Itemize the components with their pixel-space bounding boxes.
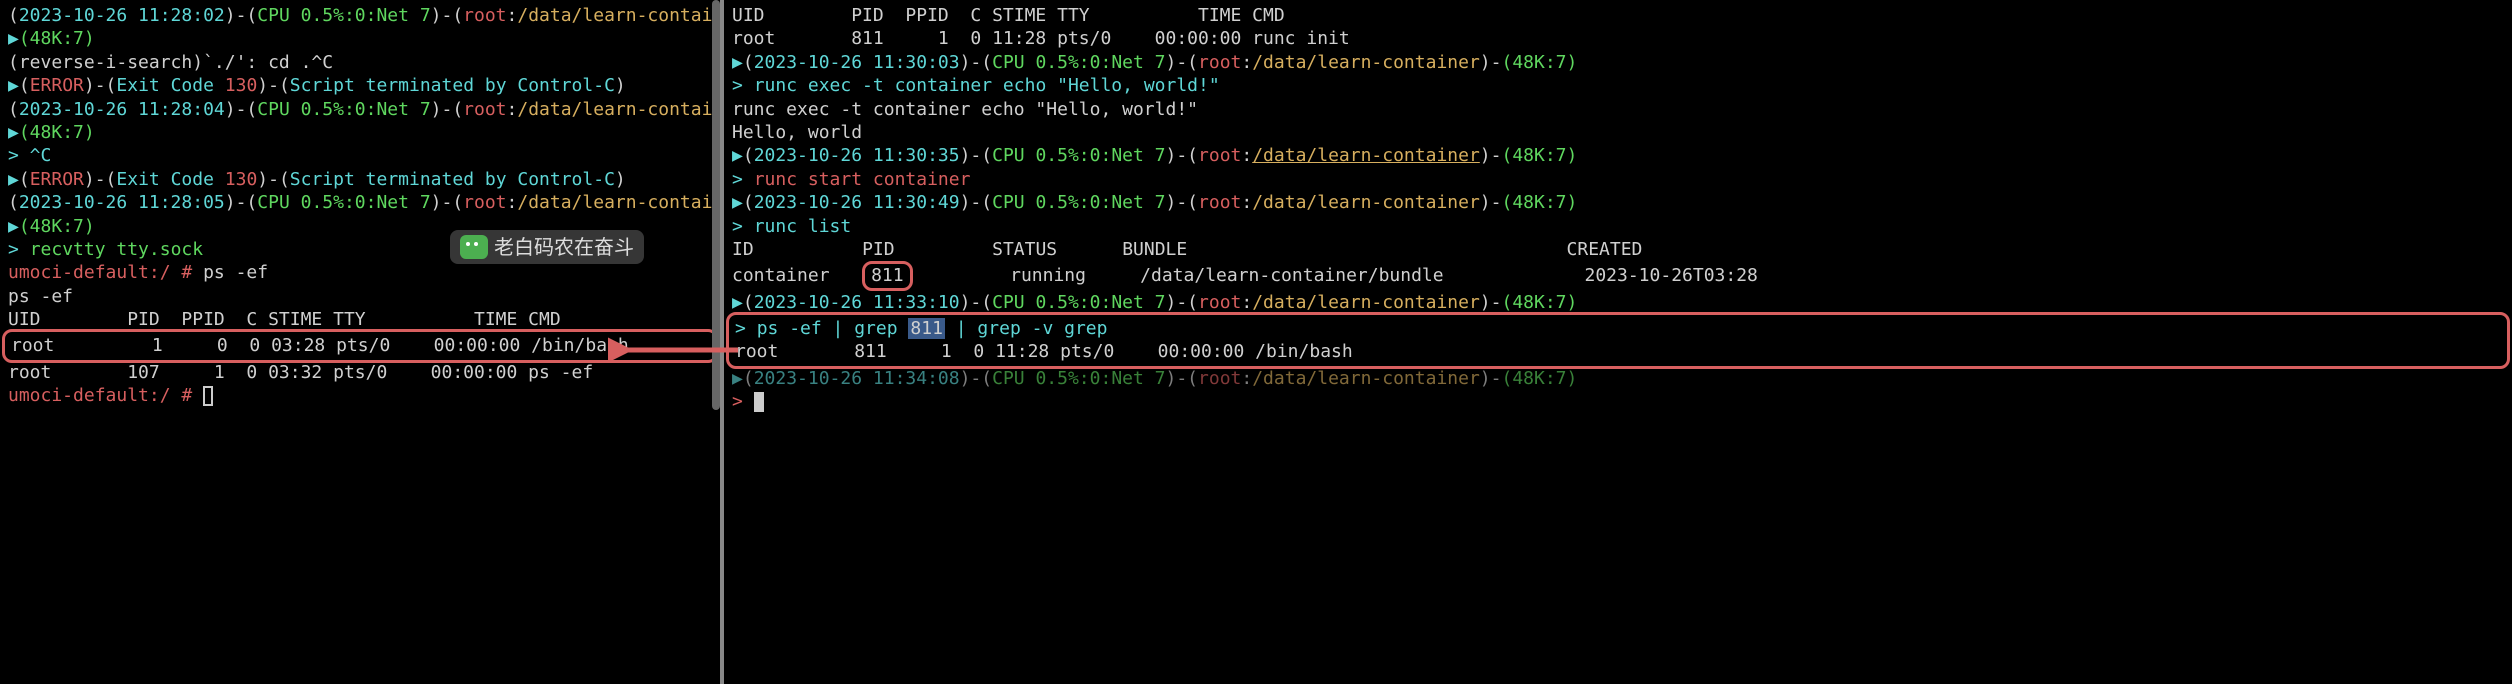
cursor-icon bbox=[754, 392, 764, 412]
pid-highlight: 811 bbox=[862, 261, 913, 290]
prompt-line: ▶(2023-10-26 11:30:49)-(CPU 0.5%:0:Net 7… bbox=[732, 191, 2504, 214]
echo: runc exec -t container echo "Hello, worl… bbox=[732, 98, 2504, 121]
cmd-runc-start: > runc start container bbox=[732, 168, 2504, 191]
terminal-left[interactable]: (2023-10-26 11:28:02)-(CPU 0.5%:0:Net 7)… bbox=[0, 0, 720, 684]
runc-list-row: container 811 running /data/learn-contai… bbox=[732, 261, 2504, 290]
inner-prompt: umoci-default:/ # ps -ef bbox=[8, 261, 712, 284]
ps-row-highlighted: root 1 0 0 03:28 pts/0 00:00:00 /bin/bas… bbox=[2, 329, 718, 362]
watermark-text: 老白码农在奋斗 bbox=[494, 234, 634, 260]
runc-list-header: ID PID STATUS BUNDLE CREATED bbox=[732, 238, 2504, 261]
cmd-runc-exec: > runc exec -t container echo "Hello, wo… bbox=[732, 74, 2504, 97]
ps-header: UID PID PPID C STIME TTY TIME CMD bbox=[8, 308, 712, 331]
ps-row: root 811 1 0 11:28 pts/0 00:00:00 runc i… bbox=[732, 27, 2504, 50]
prompt-line: ▶(2023-10-26 11:34:08)-(CPU 0.5%:0:Net 7… bbox=[732, 367, 2504, 390]
inner-prompt-empty[interactable]: umoci-default:/ # bbox=[8, 384, 712, 407]
error-line: ▶(ERROR)-(Exit Code 130)-(Script termina… bbox=[8, 168, 712, 191]
cmd-ps-grep: > ps -ef | grep 811 | grep -v grep bbox=[735, 317, 2501, 340]
wechat-icon bbox=[460, 235, 488, 259]
grep-block-highlighted: > ps -ef | grep 811 | grep -v grep root … bbox=[726, 312, 2510, 369]
ps-header: UID PID PPID C STIME TTY TIME CMD bbox=[732, 4, 2504, 27]
prompt-line: (2023-10-26 11:28:02)-(CPU 0.5%:0:Net 7)… bbox=[8, 4, 712, 27]
prompt-tail: ▶(48K:7) bbox=[8, 27, 712, 50]
prompt-line: (2023-10-26 11:28:05)-(CPU 0.5%:0:Net 7)… bbox=[8, 191, 712, 214]
terminal-right[interactable]: UID PID PPID C STIME TTY TIME CMD root 8… bbox=[720, 0, 2512, 684]
prompt-line: ▶(2023-10-26 11:30:35)-(CPU 0.5%:0:Net 7… bbox=[732, 144, 2504, 167]
prompt-empty[interactable]: > bbox=[732, 390, 2504, 413]
ctrl-c: > ^C bbox=[8, 144, 712, 167]
reverse-search: (reverse-i-search)`./': cd .^C bbox=[8, 51, 712, 74]
grep-output: root 811 1 0 11:28 pts/0 00:00:00 /bin/b… bbox=[735, 340, 2501, 363]
ps-echo: ps -ef bbox=[8, 285, 712, 308]
prompt-line: ▶(2023-10-26 11:30:03)-(CPU 0.5%:0:Net 7… bbox=[732, 51, 2504, 74]
output: Hello, world bbox=[732, 121, 2504, 144]
prompt-line: ▶(2023-10-26 11:33:10)-(CPU 0.5%:0:Net 7… bbox=[732, 291, 2504, 314]
cmd-runc-list: > runc list bbox=[732, 215, 2504, 238]
prompt-line: (2023-10-26 11:28:04)-(CPU 0.5%:0:Net 7)… bbox=[8, 98, 712, 121]
scrollbar-left[interactable] bbox=[712, 0, 720, 410]
prompt-tail: ▶(48K:7) bbox=[8, 121, 712, 144]
ps-row: root 107 1 0 03:32 pts/0 00:00:00 ps -ef bbox=[8, 361, 712, 384]
watermark-badge: 老白码农在奋斗 bbox=[450, 230, 644, 264]
error-line: ▶(ERROR)-(Exit Code 130)-(Script termina… bbox=[8, 74, 712, 97]
cursor-icon bbox=[203, 386, 213, 406]
